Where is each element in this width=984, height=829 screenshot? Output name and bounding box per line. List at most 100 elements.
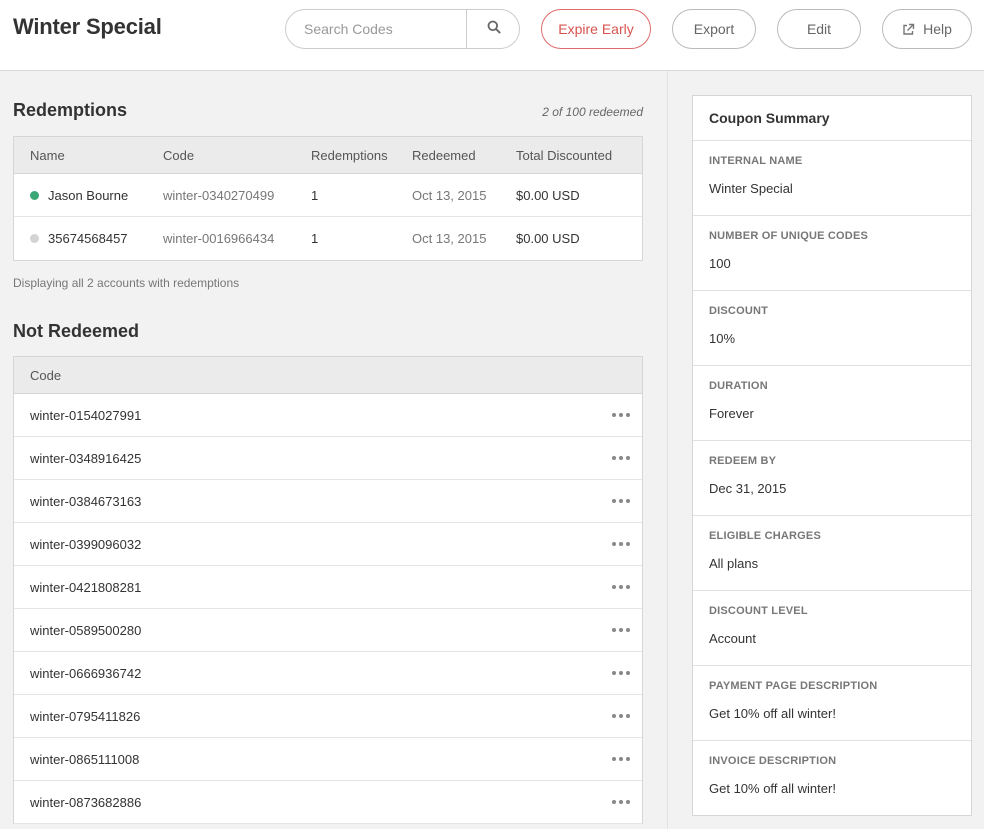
account-name[interactable]: 35674568457	[48, 231, 128, 246]
table-row[interactable]: winter-0421808281	[14, 566, 642, 609]
column-divider	[667, 71, 668, 829]
summary-item-discount-level: DISCOUNT LEVEL Account	[693, 591, 971, 666]
account-name-cell: 35674568457	[30, 217, 128, 260]
table-row[interactable]: winter-0873682886	[14, 781, 642, 824]
export-button[interactable]: Export	[672, 9, 756, 49]
total-discounted: $0.00 USD	[516, 231, 580, 246]
help-label: Help	[923, 21, 952, 37]
summary-label: INVOICE DESCRIPTION	[709, 755, 837, 767]
column-header-redeemed: Redeemed	[412, 147, 476, 163]
status-dot-icon	[30, 190, 39, 200]
summary-item-invoice-description: INVOICE DESCRIPTION Get 10% off all wint…	[693, 741, 971, 816]
redemptions-heading: Redemptions	[13, 100, 128, 120]
redeemed-date: Oct 13, 2015	[412, 187, 487, 203]
help-button[interactable]: Help	[882, 9, 972, 49]
column-header-redemptions: Redemptions	[311, 147, 388, 163]
expire-early-label: Expire Early	[558, 21, 634, 37]
redeemed-date: Oct 13, 2015	[412, 231, 487, 246]
summary-label: INTERNAL NAME	[709, 155, 803, 167]
summary-value: Dec 31, 2015	[709, 481, 787, 496]
summary-item-internal-name: INTERNAL NAME Winter Special	[693, 141, 971, 216]
summary-label: DISCOUNT LEVEL	[709, 605, 808, 617]
summary-label: NUMBER OF UNIQUE CODES	[709, 230, 869, 242]
redemptions-table: Name Code Redemptions Redeemed Total Dis…	[13, 136, 643, 261]
not-redeemed-table-header: Code	[14, 357, 642, 394]
table-row[interactable]: winter-0795411826	[14, 695, 642, 738]
page-title: Winter Special	[13, 14, 162, 39]
search-icon	[487, 20, 501, 39]
summary-value: 10%	[709, 331, 736, 346]
coupon-summary-title: Coupon Summary	[693, 96, 971, 141]
summary-value: 100	[709, 256, 731, 271]
total-discounted: $0.00 USD	[516, 187, 580, 203]
table-row[interactable]: winter-0384673163	[14, 480, 642, 523]
more-horizontal-icon[interactable]	[612, 538, 630, 550]
edit-button[interactable]: Edit	[777, 9, 861, 49]
summary-value: Winter Special	[709, 181, 793, 196]
summary-value: Forever	[709, 406, 754, 421]
unredeemed-code: winter-0399096032	[30, 536, 142, 552]
unredeemed-code: winter-0154027991	[30, 407, 142, 423]
summary-value: Get 10% off all winter!	[709, 706, 836, 721]
summary-label: DISCOUNT	[709, 305, 769, 317]
more-horizontal-icon[interactable]	[612, 409, 630, 421]
summary-label: REDEEM BY	[709, 455, 777, 467]
more-horizontal-icon[interactable]	[612, 624, 630, 636]
unredeemed-code: winter-0865111008	[30, 751, 140, 767]
unredeemed-code: winter-0421808281	[30, 579, 142, 595]
column-header-name: Name	[30, 147, 65, 163]
expire-early-button[interactable]: Expire Early	[541, 9, 651, 49]
redemption-count: 1	[311, 187, 319, 203]
coupon-summary-panel: Coupon Summary INTERNAL NAME Winter Spec…	[692, 95, 972, 816]
summary-item-discount: DISCOUNT 10%	[693, 291, 971, 366]
summary-item-eligible-charges: ELIGIBLE CHARGES All plans	[693, 516, 971, 591]
search-button[interactable]	[466, 10, 519, 48]
not-redeemed-table: Code winter-0154027991 winter-0348916425…	[13, 356, 643, 824]
status-dot-icon	[30, 234, 39, 243]
unredeemed-code: winter-0348916425	[30, 450, 142, 466]
more-horizontal-icon[interactable]	[612, 495, 630, 507]
table-row[interactable]: 35674568457 winter-0016966434 1 Oct 13, …	[14, 217, 642, 260]
summary-value: Get 10% off all winter!	[709, 781, 836, 796]
unredeemed-code: winter-0795411826	[30, 708, 141, 724]
summary-item-duration: DURATION Forever	[693, 366, 971, 441]
search-input[interactable]	[286, 10, 466, 48]
table-row[interactable]: winter-0154027991	[14, 394, 642, 437]
account-name[interactable]: Jason Bourne	[48, 188, 128, 203]
more-horizontal-icon[interactable]	[612, 796, 630, 808]
coupon-code: winter-0340270499	[163, 187, 275, 203]
table-row[interactable]: winter-0865111008	[14, 738, 642, 781]
column-header-code: Code	[30, 367, 62, 383]
summary-label: DURATION	[709, 380, 768, 392]
more-horizontal-icon[interactable]	[612, 581, 630, 593]
table-row[interactable]: winter-0589500280	[14, 609, 642, 652]
redemptions-table-header: Name Code Redemptions Redeemed Total Dis…	[14, 137, 642, 174]
summary-label: ELIGIBLE CHARGES	[709, 530, 821, 542]
unredeemed-code: winter-0873682886	[30, 794, 142, 810]
summary-value: Account	[709, 631, 756, 646]
column-header-code: Code	[163, 147, 195, 163]
unredeemed-code: winter-0589500280	[30, 622, 142, 638]
summary-item-unique-codes: NUMBER OF UNIQUE CODES 100	[693, 216, 971, 291]
external-link-icon	[902, 23, 915, 36]
table-row[interactable]: winter-0348916425	[14, 437, 642, 480]
column-header-total-discounted: Total Discounted	[516, 147, 613, 163]
more-horizontal-icon[interactable]	[612, 753, 630, 765]
more-horizontal-icon[interactable]	[612, 710, 630, 722]
summary-label: PAYMENT PAGE DESCRIPTION	[709, 680, 878, 692]
search-box	[285, 9, 520, 49]
more-horizontal-icon[interactable]	[612, 452, 630, 464]
more-horizontal-icon[interactable]	[612, 667, 630, 679]
unredeemed-code: winter-0666936742	[30, 665, 142, 681]
summary-item-payment-page-description: PAYMENT PAGE DESCRIPTION Get 10% off all…	[693, 666, 971, 741]
table-row[interactable]: winter-0666936742	[14, 652, 642, 695]
table-row[interactable]: winter-0399096032	[14, 523, 642, 566]
export-label: Export	[693, 21, 735, 37]
edit-label: Edit	[806, 21, 832, 37]
redemption-count: 1	[311, 231, 319, 246]
unredeemed-code: winter-0384673163	[30, 493, 142, 509]
summary-item-redeem-by: REDEEM BY Dec 31, 2015	[693, 441, 971, 516]
not-redeemed-heading: Not Redeemed	[13, 321, 140, 341]
account-name-cell: Jason Bourne	[30, 174, 128, 216]
table-row[interactable]: Jason Bourne winter-0340270499 1 Oct 13,…	[14, 174, 642, 217]
